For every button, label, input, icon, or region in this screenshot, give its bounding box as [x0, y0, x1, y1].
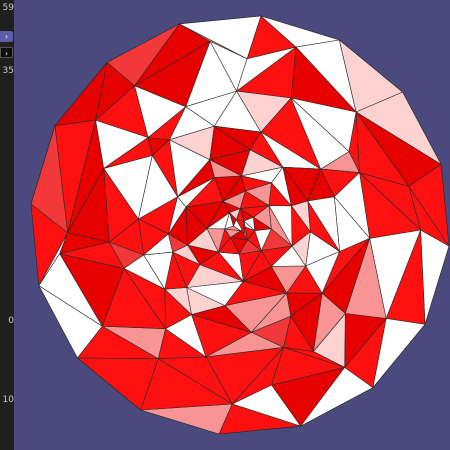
mesh-triangles — [30, 15, 450, 435]
mesh-triangle — [420, 229, 450, 325]
triangulated-disc-canvas[interactable] — [0, 0, 450, 450]
